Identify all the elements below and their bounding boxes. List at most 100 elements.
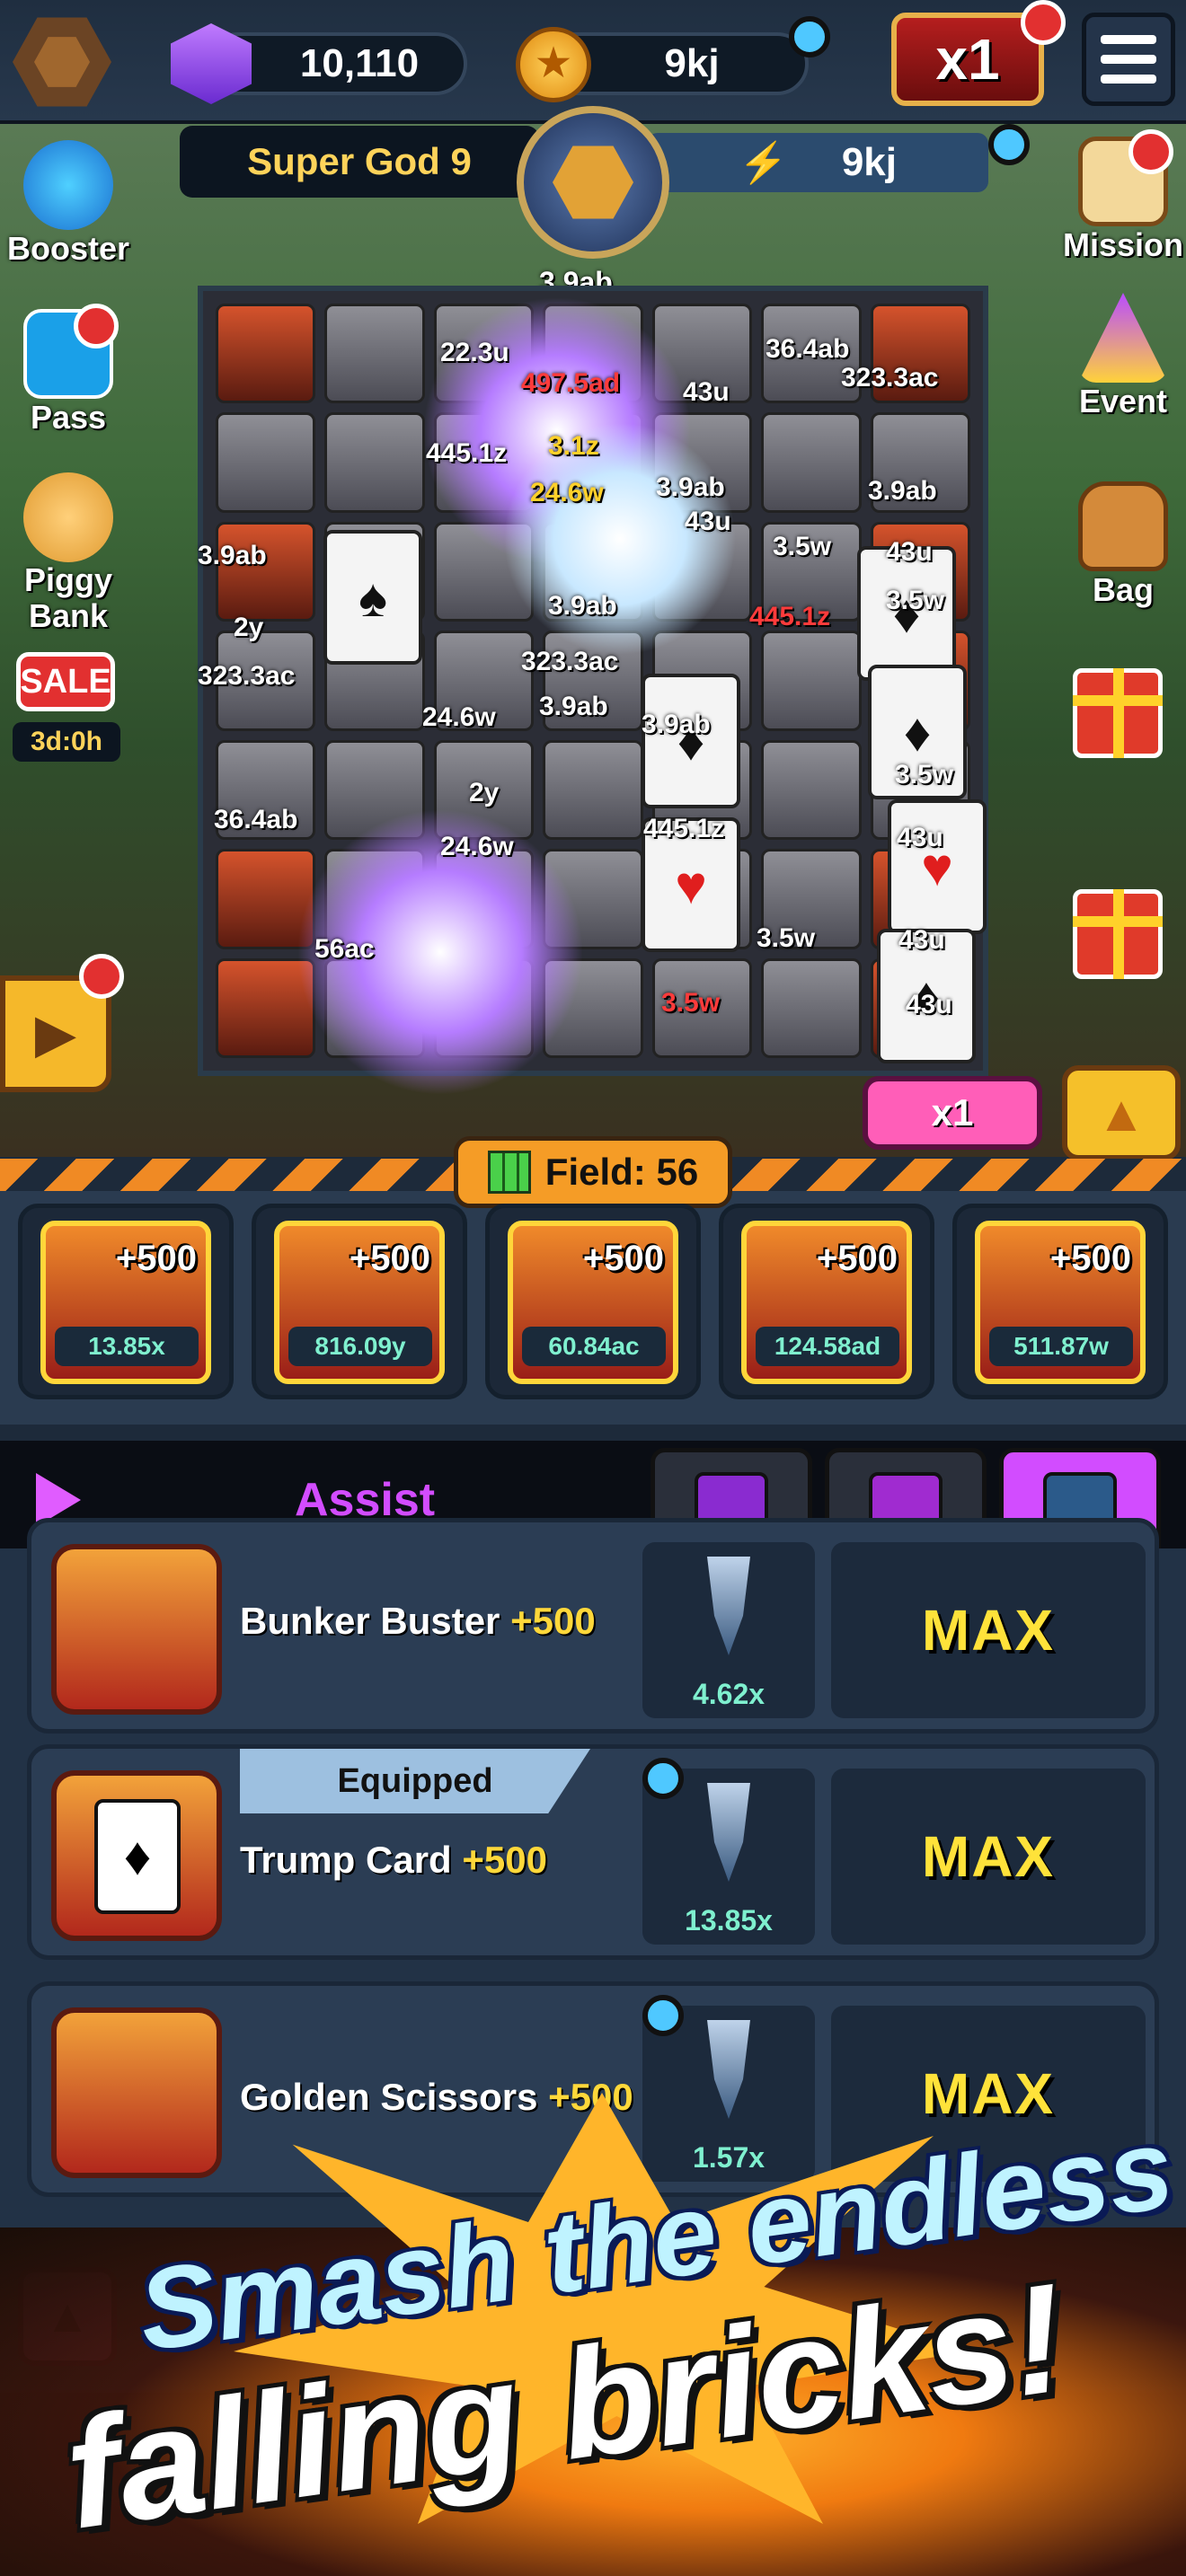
expand-up-button[interactable]: ▲: [1062, 1065, 1181, 1160]
damage-number: 445.1z: [426, 438, 508, 468]
slot-plus: +500: [816, 1239, 898, 1278]
damage-number: 3.5w: [757, 923, 816, 953]
weapon-plus: +500: [548, 2076, 633, 2118]
drill-upgrade[interactable]: 4.62x: [642, 1542, 815, 1718]
speed-button[interactable]: x1: [863, 1076, 1042, 1150]
damage-number: 323.3ac: [841, 363, 939, 393]
damage-number: 43u: [898, 925, 945, 955]
damage-number: 3.5w: [661, 988, 721, 1018]
max-label: MAX: [921, 1824, 1056, 1889]
brick: [761, 957, 862, 1058]
multiplier-alert-dot: [1021, 0, 1066, 45]
bag-button[interactable]: Bag: [1060, 481, 1186, 609]
max-label: MAX: [921, 2061, 1056, 2126]
weapon-row-trump-card[interactable]: ♦ Equipped Trump Card +500 13.85x MAX: [27, 1744, 1159, 1960]
weapon-name: Bunker Buster +500: [240, 1600, 596, 1643]
damage-number: 36.4ab: [214, 805, 298, 834]
backpack-icon: [1078, 481, 1168, 571]
booster-button[interactable]: Booster: [5, 140, 131, 268]
weapon-plus: +500: [462, 1839, 547, 1881]
weapon-slot-4[interactable]: +500 124.58ad: [719, 1204, 934, 1399]
card-face: ♦: [94, 1799, 181, 1914]
menu-bar-1: [1101, 35, 1156, 44]
weapon-name-text: Golden Scissors: [240, 2076, 538, 2118]
damage-number: 3.9ab: [868, 476, 937, 506]
drill-value: 4.62x: [692, 1678, 766, 1710]
brick: [761, 412, 862, 513]
drill-value: 13.85x: [685, 1904, 773, 1936]
damage-number: 3.5w: [895, 760, 954, 790]
damage-number: 56ac: [314, 934, 375, 964]
gift-icon-2[interactable]: [1073, 889, 1163, 979]
damage-number: 3.1z: [548, 431, 599, 461]
damage-number: 3.9ab: [198, 541, 267, 570]
speed-label: x1: [931, 1091, 974, 1134]
brick: [324, 304, 425, 404]
stage-power-value: 9kj: [841, 140, 897, 184]
brick: [216, 412, 316, 513]
slot-plus: +500: [1049, 1239, 1131, 1278]
damage-number: 2y: [469, 778, 500, 807]
slot-value: 124.58ad: [756, 1327, 899, 1366]
lightning-globe-icon: [23, 140, 113, 230]
event-label: Event: [1078, 383, 1168, 419]
sale-button[interactable]: SALE: [16, 652, 115, 711]
damage-number: 43u: [685, 507, 731, 536]
white-explosion: [503, 422, 737, 656]
power-search-icon[interactable]: [988, 124, 1030, 165]
weapon-name-text: Trump Card: [240, 1839, 452, 1881]
damage-number: 3.9ab: [548, 591, 617, 621]
field-badge: Field: 56: [454, 1136, 732, 1208]
weapon-slot-2[interactable]: +500 816.09y: [252, 1204, 467, 1399]
sale-timer-text: 3d:0h: [30, 727, 102, 756]
gift-icon-1[interactable]: [1073, 668, 1163, 758]
slot-value: 816.09y: [288, 1327, 432, 1366]
damage-number: 24.6w: [530, 478, 604, 507]
weapon-slot-3[interactable]: +500 60.84ac: [485, 1204, 701, 1399]
menu-button[interactable]: [1082, 13, 1175, 106]
coin-search-icon[interactable]: [789, 16, 830, 57]
slot-value: 13.85x: [55, 1327, 199, 1366]
weapon-slot-1[interactable]: +500 13.85x: [18, 1204, 234, 1399]
brick: [216, 521, 316, 622]
drill-search-icon[interactable]: [642, 1758, 684, 1799]
damage-number: 323.3ac: [521, 647, 619, 676]
piggy-bank-button[interactable]: Piggy Bank: [5, 472, 131, 634]
damage-number: 43u: [897, 823, 943, 852]
weapon-name: Golden Scissors +500: [240, 2076, 633, 2119]
max-label: MAX: [921, 1598, 1056, 1663]
piggy-bank-icon: [23, 472, 113, 562]
slot-plus: +500: [349, 1239, 430, 1278]
brick: [761, 631, 862, 731]
trump-card-icon: ♦: [51, 1770, 222, 1941]
mission-alert-dot: [1128, 129, 1173, 174]
piggy-bank-label: Piggy Bank: [23, 561, 112, 634]
field-label: Field: 56: [544, 1151, 699, 1193]
max-button[interactable]: MAX: [831, 1769, 1146, 1945]
damage-number: 43u: [906, 990, 952, 1019]
coin-icon: ★: [516, 27, 591, 102]
weapon-name: Trump Card +500: [240, 1839, 547, 1882]
stage-name-bar: Super God 9: [180, 126, 539, 198]
weapon-slot-5[interactable]: +500 511.87w: [952, 1204, 1168, 1399]
damage-number: 3.9ab: [539, 692, 608, 721]
bag-label: Bag: [1092, 571, 1154, 608]
damage-number: 445.1z: [643, 814, 725, 843]
weapon-plus: +500: [510, 1600, 596, 1642]
video-ad-alert-dot: [79, 954, 124, 999]
event-button[interactable]: Event: [1060, 293, 1186, 420]
weapon-row-bunker-buster[interactable]: Bunker Buster +500 4.62x MAX: [27, 1518, 1159, 1734]
max-button[interactable]: MAX: [831, 1542, 1146, 1718]
multiplier-label: x1: [935, 27, 1000, 92]
damage-number: 36.4ab: [766, 334, 850, 364]
damage-number: 2y: [234, 613, 264, 642]
golden-scissors-icon: [51, 2007, 222, 2178]
damage-number: 323.3ac: [198, 661, 296, 691]
damage-number: 445.1z: [749, 602, 831, 631]
damage-number: 3.5w: [886, 586, 945, 615]
diamond-card-4: ♦: [642, 674, 740, 808]
menu-bar-2: [1101, 55, 1156, 64]
drill-search-icon[interactable]: [642, 1995, 684, 2036]
damage-number: 3.9ab: [642, 710, 711, 739]
pass-alert-dot: [74, 304, 119, 348]
